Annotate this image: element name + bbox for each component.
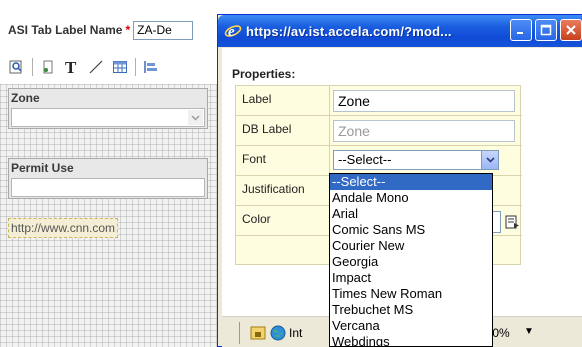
- link-widget[interactable]: http://www.cnn.com: [8, 218, 119, 238]
- font-option[interactable]: Courier New: [330, 238, 492, 254]
- security-zone-text: Int: [289, 326, 303, 340]
- font-option[interactable]: Georgia: [330, 254, 492, 270]
- designer-toolbar: T: [0, 52, 230, 82]
- text-tool-icon[interactable]: T: [63, 58, 81, 76]
- properties-heading: Properties:: [232, 67, 296, 81]
- permit-use-field[interactable]: [11, 178, 205, 197]
- font-select-value: --Select--: [338, 152, 392, 167]
- font-option[interactable]: Arial: [330, 206, 492, 222]
- popup-title: https://av.ist.accela.com/?mod...: [246, 23, 452, 39]
- property-label: Label: [242, 92, 272, 106]
- svg-text:e: e: [228, 24, 235, 40]
- design-canvas[interactable]: Zone Permit Use http://www.cnn.com: [0, 84, 230, 347]
- internet-explorer-icon: e: [224, 22, 242, 40]
- chevron-down-icon[interactable]: [481, 151, 498, 169]
- minimize-button[interactable]: [510, 19, 532, 41]
- svg-text:T: T: [65, 58, 77, 76]
- font-dropdown-list[interactable]: --Select-- Andale Mono Arial Comic Sans MS C…: [329, 173, 493, 347]
- font-select[interactable]: --Select--: [333, 150, 499, 170]
- font-option[interactable]: Trebuchet MS: [330, 302, 492, 318]
- zone-widget[interactable]: Zone: [8, 88, 208, 129]
- font-option[interactable]: Impact: [330, 270, 492, 286]
- property-row-font: Font --Select--: [236, 146, 522, 176]
- asi-tab-input[interactable]: ZA-De: [133, 20, 194, 40]
- asi-tab-label: ASI Tab Label Name: [8, 23, 123, 37]
- db-label-input[interactable]: Zone: [333, 120, 515, 142]
- search-icon[interactable]: [8, 58, 26, 76]
- property-row-db-label: DB Label Zone: [236, 116, 522, 146]
- lock-icon: [250, 325, 266, 341]
- toolbar-divider: [32, 58, 33, 76]
- font-option[interactable]: Comic Sans MS: [330, 222, 492, 238]
- font-option[interactable]: Times New Roman: [330, 286, 492, 302]
- font-option[interactable]: Webdings: [330, 334, 492, 346]
- table-icon[interactable]: [111, 58, 129, 76]
- zone-widget-label: Zone: [11, 91, 40, 105]
- property-label: Font: [242, 152, 267, 166]
- font-option[interactable]: Vercana: [330, 318, 492, 334]
- globe-icon: [270, 325, 286, 341]
- align-icon[interactable]: [142, 58, 160, 76]
- label-input[interactable]: Zone: [333, 90, 515, 112]
- font-option[interactable]: Andale Mono: [330, 190, 492, 206]
- toolbar-divider: [135, 58, 136, 76]
- property-label: DB Label: [242, 122, 292, 136]
- property-label: Color: [242, 212, 271, 226]
- required-marker: *: [125, 23, 131, 37]
- property-row-label: Label Zone: [236, 86, 522, 116]
- permit-use-widget-label: Permit Use: [11, 161, 74, 175]
- property-label: Justification: [242, 182, 305, 196]
- font-option[interactable]: --Select--: [330, 174, 492, 190]
- window-controls: [510, 19, 582, 41]
- asi-tab-row: ASI Tab Label Name * ZA-De: [8, 20, 194, 40]
- permit-use-widget[interactable]: Permit Use: [8, 158, 208, 199]
- page-icon[interactable]: [39, 58, 57, 76]
- divider: [329, 86, 330, 115]
- divider: [329, 116, 330, 145]
- close-button[interactable]: [560, 19, 582, 41]
- divider: [239, 322, 240, 344]
- divider: [329, 146, 330, 175]
- color-picker-icon[interactable]: [504, 214, 520, 230]
- maximize-button[interactable]: [535, 19, 557, 41]
- chevron-down-icon[interactable]: [188, 110, 203, 125]
- zoom-dropdown-icon[interactable]: ▼: [524, 326, 534, 337]
- zone-dropdown-field[interactable]: [11, 108, 205, 127]
- line-tool-icon[interactable]: [87, 58, 105, 76]
- popup-titlebar[interactable]: e https://av.ist.accela.com/?mod...: [218, 15, 582, 47]
